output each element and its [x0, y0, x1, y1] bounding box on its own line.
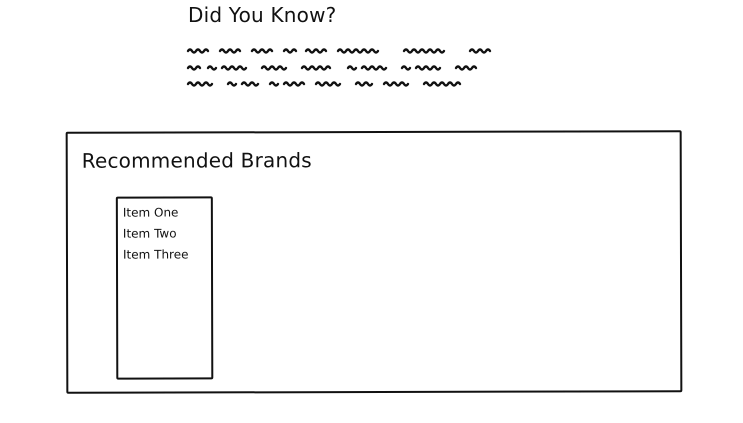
recommended-brands-heading: Recommended Brands	[81, 148, 312, 173]
recommended-brands-panel: Recommended Brands Item One Item Two Ite…	[65, 130, 683, 394]
list-item[interactable]: Item One	[123, 202, 211, 223]
list-item[interactable]: Item Two	[123, 223, 211, 244]
page: Did You Know? Recommended Brands Item On…	[0, 0, 743, 423]
did-you-know-heading: Did You Know?	[188, 3, 337, 27]
brands-list[interactable]: Item One Item Two Item Three	[115, 196, 214, 380]
placeholder-text-scribble	[186, 48, 492, 87]
list-item[interactable]: Item Three	[123, 244, 211, 265]
